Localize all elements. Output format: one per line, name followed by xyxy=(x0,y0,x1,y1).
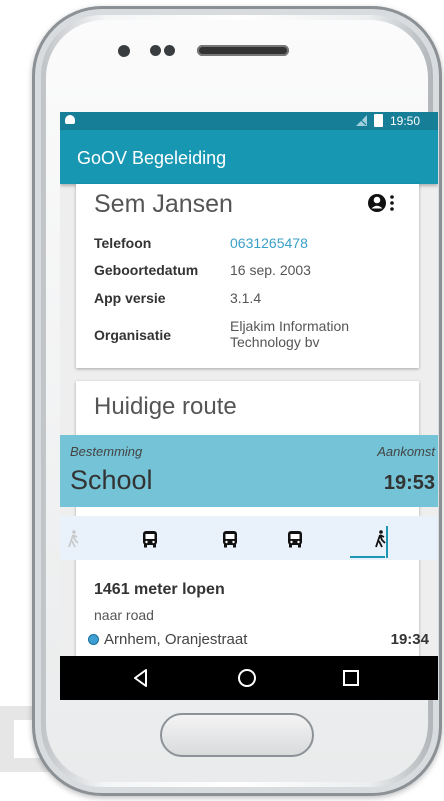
birthdate-label: Geboortedatum xyxy=(94,262,199,278)
step-subtitle: naar road xyxy=(94,607,154,623)
phone-value[interactable]: 0631265478 xyxy=(230,235,308,251)
app-bar: GoOV Begeleiding xyxy=(60,130,438,184)
front-camera xyxy=(150,45,161,56)
stop-name: Arnhem, Oranjestraat xyxy=(104,631,248,648)
earpiece-speaker xyxy=(197,45,289,56)
recents-icon[interactable] xyxy=(340,667,362,689)
status-time: 19:50 xyxy=(390,114,421,128)
home-button[interactable] xyxy=(160,713,314,757)
front-camera-lens xyxy=(164,45,175,56)
step-title: 1461 meter lopen xyxy=(94,581,225,598)
app-title: GoOV Begeleiding xyxy=(77,148,227,168)
organisation-label: Organisatie xyxy=(94,327,172,343)
home-icon[interactable] xyxy=(236,667,258,689)
no-signal-icon xyxy=(356,115,367,126)
profile-card: Sem Jansen Telefoon 0631265478 Geboorted… xyxy=(76,184,419,368)
proximity-sensor xyxy=(118,45,130,57)
app-version-value: 3.1.4 xyxy=(230,290,262,306)
stop-time: 19:34 xyxy=(390,631,429,648)
organisation-value: Eljakim Information Technology bv xyxy=(230,318,349,350)
status-bar: 19:50 xyxy=(60,112,438,130)
birthdate-value: 16 sep. 2003 xyxy=(230,262,311,278)
phone-screen: 19:50 GoOV Begeleiding Sem Jansen Telefo… xyxy=(60,112,438,700)
navigation-bar xyxy=(60,656,438,700)
user-name: Sem Jansen xyxy=(94,190,233,218)
android-icon xyxy=(65,115,75,124)
route-step: 1461 meter lopen naar road Arnhem, Oranj… xyxy=(76,381,429,700)
stop-dot-icon xyxy=(88,634,99,645)
back-icon[interactable] xyxy=(130,667,152,689)
battery-icon xyxy=(374,114,383,127)
phone-label: Telefoon xyxy=(94,235,152,251)
organisation-line-1: Eljakim Information xyxy=(230,318,350,334)
account-menu-icon[interactable] xyxy=(367,192,407,216)
app-version-label: App versie xyxy=(94,290,166,306)
organisation-line-2: Technology bv xyxy=(230,334,320,350)
